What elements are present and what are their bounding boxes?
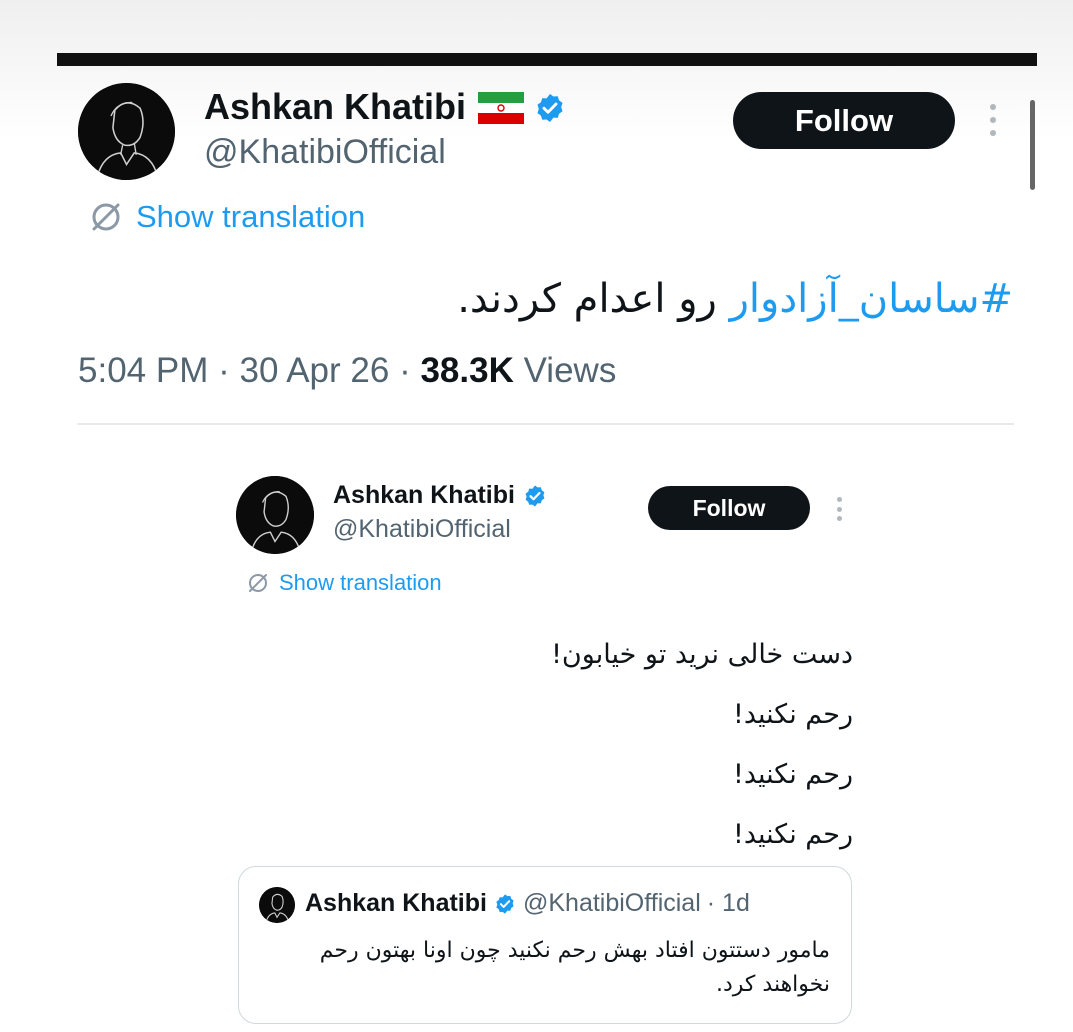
author-name[interactable]: Ashkan Khatibi — [204, 86, 466, 128]
tweet-text: #ساسان_آزادوار رو اعدام کردند. — [457, 276, 1013, 322]
author-handle[interactable]: @KhatibiOfficial — [204, 133, 446, 172]
quoted-avatar[interactable] — [259, 887, 295, 923]
views-count: 38.3K — [420, 351, 514, 390]
scrollbar[interactable] — [1030, 100, 1035, 190]
hashtag-link[interactable]: #ساسان_آزادوار — [730, 276, 1013, 322]
translate-globe-icon — [246, 571, 270, 595]
embedded-show-translation-link[interactable]: Show translation — [246, 570, 442, 596]
embedded-more-options-icon[interactable] — [835, 497, 843, 521]
divider — [77, 423, 1014, 425]
show-translation-label: Show translation — [136, 199, 366, 234]
tweet-date[interactable]: 30 Apr 26 — [239, 351, 389, 390]
embedded-avatar[interactable] — [236, 476, 314, 554]
quoted-tweet-line: نخواهند کرد. — [716, 972, 830, 997]
show-translation-link[interactable]: Show translation — [88, 199, 365, 235]
top-black-bar — [57, 53, 1037, 66]
embedded-tweet-line: دست خالی نرید تو خیابون! — [551, 639, 853, 670]
avatar-sketch-icon — [259, 887, 295, 923]
translate-globe-icon — [88, 199, 124, 235]
quoted-author-name[interactable]: Ashkan Khatibi — [305, 889, 487, 918]
iran-flag-icon — [478, 91, 525, 124]
more-options-icon[interactable] — [988, 104, 998, 136]
embedded-tweet-line: رحم نکنید! — [733, 759, 853, 790]
views-label: Views — [523, 351, 617, 390]
quoted-tweet-line: مامور دستتون افتاد بهش رحم نکنید چون اون… — [319, 938, 830, 963]
avatar-sketch-icon — [236, 476, 314, 554]
quoted-tweet-text: مامور دستتون افتاد بهش رحم نکنید چون اون… — [320, 934, 830, 1002]
quoted-age: · 1d — [706, 889, 750, 917]
tweet-meta: 5:04 PM · 30 Apr 26 · 38.3K Views — [78, 351, 617, 390]
verified-badge-icon — [534, 91, 566, 123]
quoted-header: Ashkan Khatibi @KhatibiOfficial · 1d — [305, 889, 750, 918]
embedded-follow-button[interactable]: Follow — [648, 486, 810, 530]
tweet-time[interactable]: 5:04 PM — [78, 351, 208, 390]
follow-button[interactable]: Follow — [733, 92, 955, 149]
verified-badge-icon — [494, 893, 516, 915]
embedded-tweet-line: رحم نکنید! — [733, 699, 853, 730]
avatar[interactable] — [78, 83, 175, 180]
avatar-sketch-icon — [78, 83, 175, 180]
verified-badge-icon — [523, 484, 547, 508]
tweet-text-rest: رو اعدام کردند. — [457, 276, 717, 322]
quoted-author-handle[interactable]: @KhatibiOfficial — [523, 889, 701, 918]
embedded-tweet-line: رحم نکنید! — [733, 819, 853, 850]
embedded-tweet-text: دست خالی نرید تو خیابون! رحم نکنید! رحم … — [551, 625, 853, 865]
embedded-author-name[interactable]: Ashkan Khatibi — [333, 481, 515, 510]
embedded-show-translation-label: Show translation — [279, 570, 442, 595]
embedded-author-handle[interactable]: @KhatibiOfficial — [333, 515, 511, 544]
